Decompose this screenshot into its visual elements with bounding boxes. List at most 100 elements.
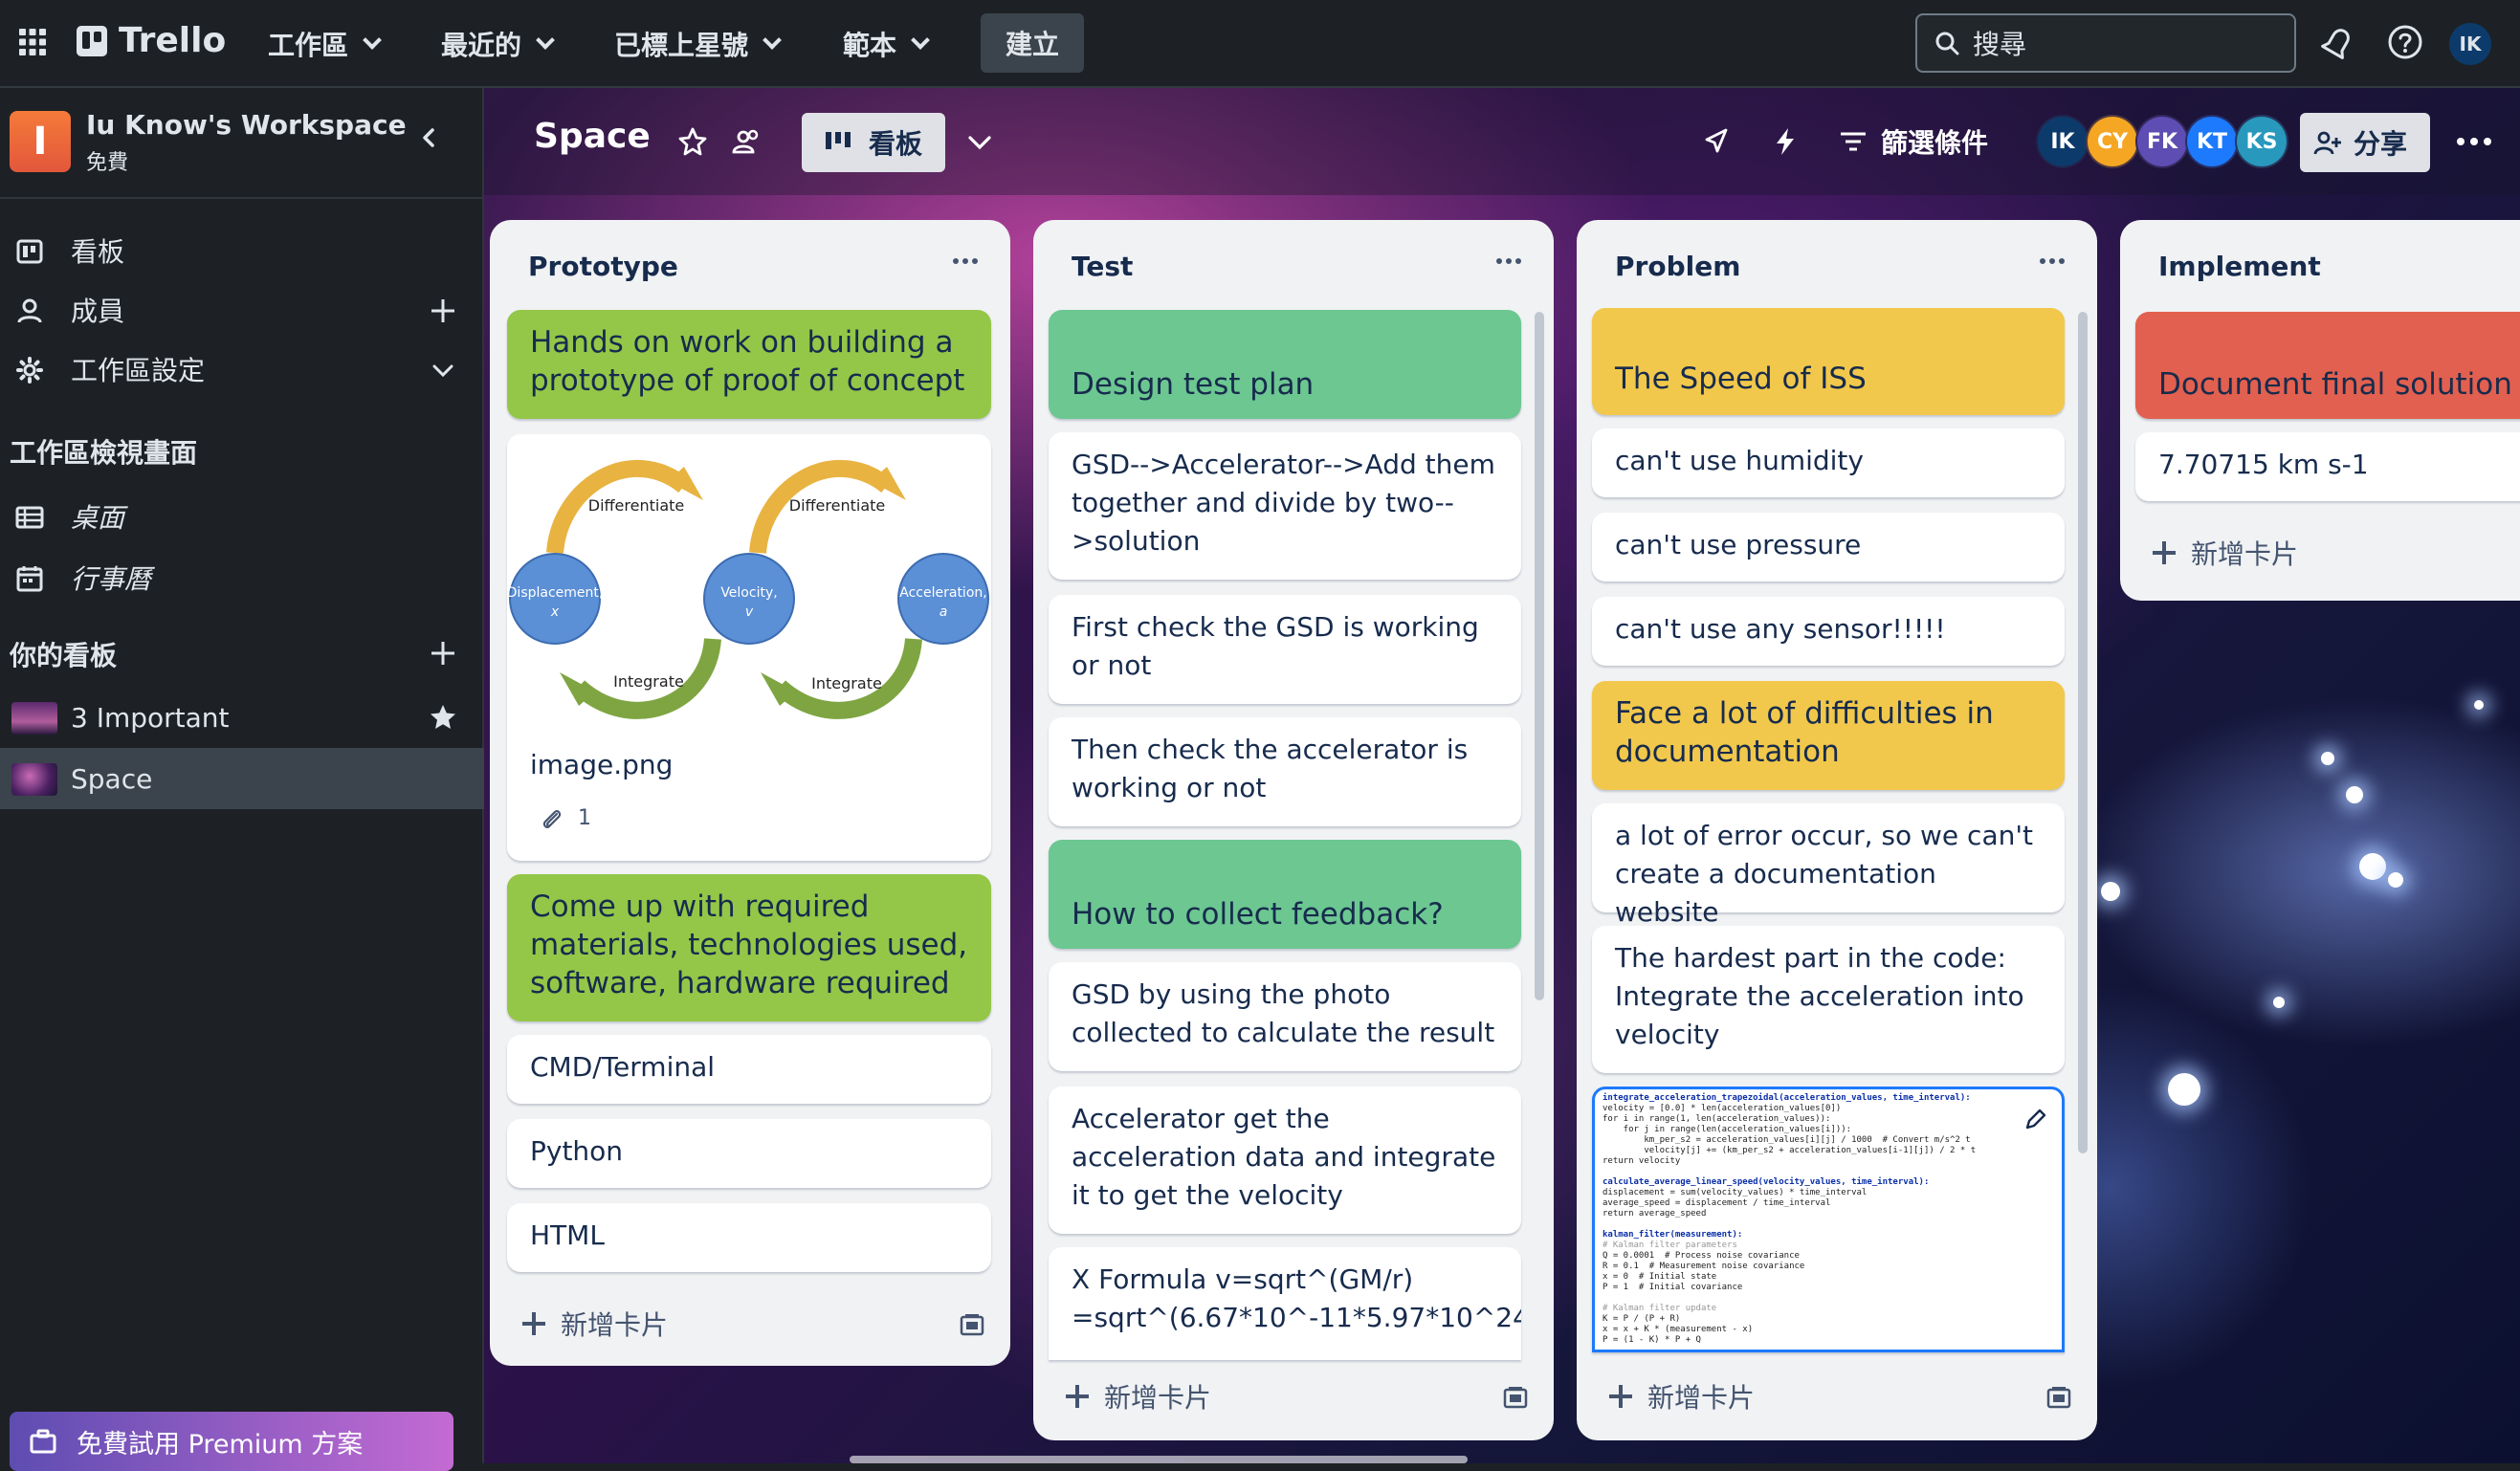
list-scrollbar[interactable]	[1535, 312, 1544, 1000]
board-horizontal-scrollbar[interactable]	[850, 1456, 1468, 1463]
sidebar-item-workspace-settings[interactable]: 工作區設定	[0, 340, 484, 398]
list-title[interactable]: Test	[1072, 251, 1133, 282]
card-title: Python	[530, 1135, 624, 1167]
menu-templates[interactable]: 範本	[843, 25, 930, 63]
workspace-name[interactable]: Iu Know's Workspace	[86, 109, 407, 141]
chevron-down-icon	[763, 31, 782, 50]
card[interactable]: Accelerator get the acceleration data an…	[1049, 1087, 1521, 1234]
calendar-icon	[16, 566, 43, 592]
list-menu-icon[interactable]	[951, 256, 980, 266]
trello-logo[interactable]: Trello	[77, 21, 226, 60]
add-card-button[interactable]: 新增卡片	[1609, 1377, 1755, 1416]
sidebar-board-space[interactable]: Space	[0, 748, 484, 809]
sidebar-board-3-important[interactable]: 3 Important	[0, 687, 484, 748]
card[interactable]: First check the GSD is working or not	[1049, 595, 1521, 704]
workspace-sidebar: I Iu Know's Workspace 免費 看板 成員 工作區設定 工作區…	[0, 88, 484, 1471]
board-title[interactable]: Space	[534, 117, 651, 156]
code-line: integrate_acceleration_trapezoidal(accel…	[1603, 1093, 1971, 1103]
member-avatar[interactable]: FK	[2135, 115, 2189, 168]
add-card-button[interactable]: 新增卡片	[1066, 1377, 1211, 1416]
card-title: X Formula v=sqrt^(GM/r) =sqrt^(6.67*10^-…	[1072, 1263, 1521, 1333]
power-ups-rocket-icon[interactable]	[1701, 126, 1732, 157]
add-board-plus-icon[interactable]	[429, 639, 457, 668]
card[interactable]: How to collect feedback?	[1049, 840, 1521, 949]
search-icon	[1935, 32, 1959, 55]
card[interactable]: Document final solution	[2135, 312, 2520, 419]
code-line: return velocity	[1603, 1156, 1681, 1166]
sidebar-item-label: 行事曆	[71, 563, 152, 595]
menu-workspaces[interactable]: 工作區	[268, 25, 382, 63]
card[interactable]: X Formula v=sqrt^(GM/r) =sqrt^(6.67*10^-…	[1049, 1247, 1521, 1360]
premium-trial-button[interactable]: 免費試用 Premium 方案	[10, 1412, 453, 1471]
collapse-sidebar-icon[interactable]	[417, 126, 440, 149]
star-filled-icon[interactable]	[429, 703, 457, 732]
star-outline-icon[interactable]	[677, 126, 708, 157]
card[interactable]: Face a lot of difficulties in documentat…	[1592, 681, 2065, 790]
share-button[interactable]: 分享	[2300, 113, 2430, 172]
card-code-screenshot[interactable]: integrate_acceleration_trapezoidal(accel…	[1592, 1087, 2065, 1352]
app-switcher-icon[interactable]	[17, 27, 48, 57]
background-star	[2321, 752, 2334, 765]
card[interactable]: The hardest part in the code: Integrate …	[1592, 926, 2065, 1073]
sidebar-item-calendar-view[interactable]: 行事曆	[0, 549, 484, 606]
list-title[interactable]: Problem	[1615, 251, 1740, 282]
card[interactable]: Come up with required materials, technol…	[507, 874, 991, 1021]
automation-bolt-icon[interactable]	[1770, 126, 1801, 157]
add-card-button[interactable]: 新增卡片	[522, 1305, 668, 1343]
add-card-button[interactable]: 新增卡片	[2153, 534, 2298, 572]
menu-recent[interactable]: 最近的	[441, 25, 555, 63]
card[interactable]: can't use any sensor!!!!!	[1592, 597, 2065, 666]
list-title[interactable]: Prototype	[528, 251, 678, 282]
add-member-plus-icon[interactable]	[429, 296, 457, 325]
filter-button[interactable]: 篩選條件	[1839, 122, 1988, 161]
create-button[interactable]: 建立	[981, 13, 1084, 73]
card[interactable]: Python	[507, 1119, 991, 1188]
list-title[interactable]: Implement	[2158, 251, 2321, 282]
board-header: Space 看板 篩選條件 IK CY FK KT KS 分享	[484, 88, 2520, 195]
card[interactable]: The Speed of ISS	[1592, 308, 2065, 415]
edit-pencil-icon[interactable]	[2023, 1107, 2048, 1131]
search-input[interactable]: 搜尋	[1915, 13, 2296, 73]
card[interactable]: can't use humidity	[1592, 428, 2065, 497]
card[interactable]: can't use pressure	[1592, 513, 2065, 582]
card[interactable]: HTML	[507, 1203, 991, 1272]
member-avatar[interactable]: KT	[2185, 115, 2239, 168]
menu-starred[interactable]: 已標上星號	[614, 25, 782, 63]
card[interactable]: GSD-->Accelerator-->Add them together an…	[1049, 432, 1521, 580]
chevron-down-icon[interactable]	[964, 126, 995, 157]
card[interactable]: CMD/Terminal	[507, 1035, 991, 1104]
card[interactable]: GSD by using the photo collected to calc…	[1049, 962, 1521, 1071]
card-image-attachment[interactable]: Differentiate Differentiate Integrate In…	[507, 434, 991, 861]
card-template-icon[interactable]	[959, 1312, 985, 1337]
member-avatar[interactable]: IK	[2036, 115, 2089, 168]
add-person-icon	[2313, 131, 2341, 155]
member-avatar[interactable]: KS	[2235, 115, 2288, 168]
sidebar-item-table-view[interactable]: 桌面	[0, 488, 484, 545]
help-icon[interactable]	[2386, 23, 2424, 61]
add-card-label: 新增卡片	[2191, 538, 2299, 570]
list-menu-icon[interactable]	[1494, 256, 1523, 266]
chevron-down-icon[interactable]	[429, 356, 457, 384]
list-scrollbar[interactable]	[2078, 312, 2088, 1153]
board-view-switcher[interactable]: 看板	[802, 113, 945, 172]
card-title: can't use any sensor!!!!!	[1615, 613, 1946, 645]
sidebar-item-members[interactable]: 成員	[0, 281, 484, 339]
card[interactable]: a lot of error occur, so we can't create…	[1592, 803, 2065, 928]
list-menu-icon[interactable]	[2038, 256, 2067, 266]
workspace-logo[interactable]: I	[10, 111, 71, 172]
more-options-icon[interactable]	[2455, 130, 2493, 153]
user-avatar[interactable]: IK	[2449, 23, 2491, 65]
card[interactable]: Design test plan	[1049, 310, 1521, 419]
card-template-icon[interactable]	[1502, 1385, 1529, 1410]
card[interactable]: Then check the accelerator is working or…	[1049, 717, 1521, 826]
card-template-icon[interactable]	[2045, 1385, 2072, 1410]
share-label: 分享	[2354, 128, 2408, 160]
background-star	[2168, 1073, 2200, 1106]
workspace-visibility-icon[interactable]	[731, 126, 762, 157]
sidebar-item-boards[interactable]: 看板	[0, 222, 484, 279]
member-avatar[interactable]: CY	[2086, 115, 2139, 168]
notifications-bell-icon[interactable]	[2319, 23, 2357, 61]
card[interactable]: 7.70715 km s-1	[2135, 432, 2520, 501]
card[interactable]: Hands on work on building a prototype of…	[507, 310, 991, 419]
